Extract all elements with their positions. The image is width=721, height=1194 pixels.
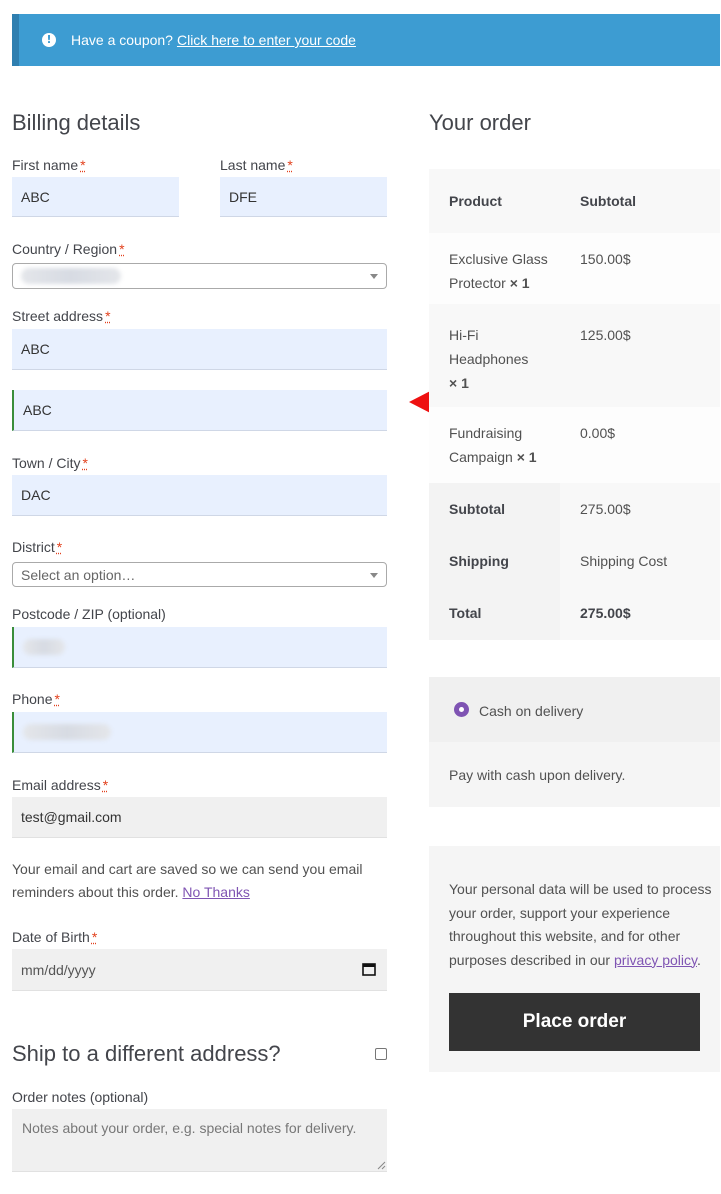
order-notes-label: Order notes (optional) xyxy=(12,1089,149,1105)
district-label: District * xyxy=(12,539,63,555)
privacy-box: Your personal data will be used to proce… xyxy=(429,846,720,1072)
phone-redacted xyxy=(23,724,111,740)
order-summary-table: Product Subtotal Exclusive Glass Protect… xyxy=(429,169,720,640)
coupon-banner: ! Have a coupon? Click here to enter you… xyxy=(12,14,720,66)
first-name-label: First name * xyxy=(12,157,86,173)
city-input[interactable]: DAC xyxy=(12,475,387,516)
info-icon: ! xyxy=(42,33,56,47)
order-item-price: 0.00$ xyxy=(580,425,616,441)
street-label: Street address * xyxy=(12,308,111,324)
place-order-button[interactable]: Place order xyxy=(449,993,700,1051)
first-name-input[interactable]: ABC xyxy=(12,177,179,217)
postcode-redacted xyxy=(23,639,65,655)
order-title: Your order xyxy=(429,110,531,135)
postcode-label: Postcode / ZIP (optional) xyxy=(12,606,166,622)
payment-description: Pay with cash upon delivery. xyxy=(449,767,626,783)
last-name-label: Last name * xyxy=(220,157,293,173)
payment-box: Cash on delivery Pay with cash upon deli… xyxy=(429,677,720,807)
col-subtotal-header: Subtotal xyxy=(580,193,636,209)
last-name-input[interactable]: DFE xyxy=(220,177,387,217)
district-select[interactable]: Select an option… xyxy=(12,562,387,587)
calendar-icon[interactable] xyxy=(362,962,376,976)
email-input[interactable]: test@gmail.com xyxy=(12,797,387,838)
ship-different-title: Ship to a different address? xyxy=(12,1041,281,1066)
city-label: Town / City * xyxy=(12,455,88,471)
chevron-down-icon xyxy=(370,274,378,279)
shipping-label: Shipping xyxy=(449,553,509,569)
col-product-header: Product xyxy=(449,193,502,209)
total-label: Total xyxy=(449,605,482,621)
subtotal-label: Subtotal xyxy=(449,501,505,517)
privacy-text: Your personal data will be used to proce… xyxy=(449,881,712,968)
order-item-price: 150.00$ xyxy=(580,251,631,267)
order-notes-textarea[interactable]: Notes about your order, e.g. special not… xyxy=(12,1109,387,1172)
country-label: Country / Region * xyxy=(12,241,125,257)
dob-input[interactable]: mm/dd/yyyy xyxy=(12,949,387,991)
ship-different-checkbox[interactable] xyxy=(375,1048,387,1060)
shipping-value: Shipping Cost xyxy=(580,553,668,569)
phone-input[interactable] xyxy=(12,712,387,753)
email-notice: Your email and cart are saved so we can … xyxy=(12,861,363,900)
country-select[interactable] xyxy=(12,263,387,289)
subtotal-value: 275.00$ xyxy=(580,501,631,517)
order-item-price: 125.00$ xyxy=(580,327,631,343)
email-label: Email address * xyxy=(12,777,109,793)
resize-handle-icon[interactable] xyxy=(377,1161,386,1170)
order-item-name: Exclusive Glass Protector × 1 xyxy=(449,251,548,291)
privacy-policy-link[interactable]: privacy policy xyxy=(614,952,697,968)
street-address-input[interactable]: ABC xyxy=(12,329,387,370)
billing-title: Billing details xyxy=(12,110,141,135)
country-redacted xyxy=(21,268,121,284)
coupon-link[interactable]: Click here to enter your code xyxy=(177,32,356,48)
no-thanks-link[interactable]: No Thanks xyxy=(182,884,249,900)
payment-radio[interactable] xyxy=(454,702,469,717)
order-item-name: Hi-Fi Headphones × 1 xyxy=(449,327,529,391)
chevron-down-icon xyxy=(370,572,378,578)
phone-label: Phone * xyxy=(12,691,60,707)
payment-method-label[interactable]: Cash on delivery xyxy=(479,699,583,723)
dob-label: Date of Birth * xyxy=(12,929,98,945)
street-address-2-input[interactable]: ABC xyxy=(12,390,387,431)
coupon-text: Have a coupon? xyxy=(71,32,173,48)
postcode-input[interactable] xyxy=(12,627,387,668)
total-value: 275.00$ xyxy=(580,605,631,621)
order-item-name: Fundraising Campaign × 1 xyxy=(449,425,537,465)
